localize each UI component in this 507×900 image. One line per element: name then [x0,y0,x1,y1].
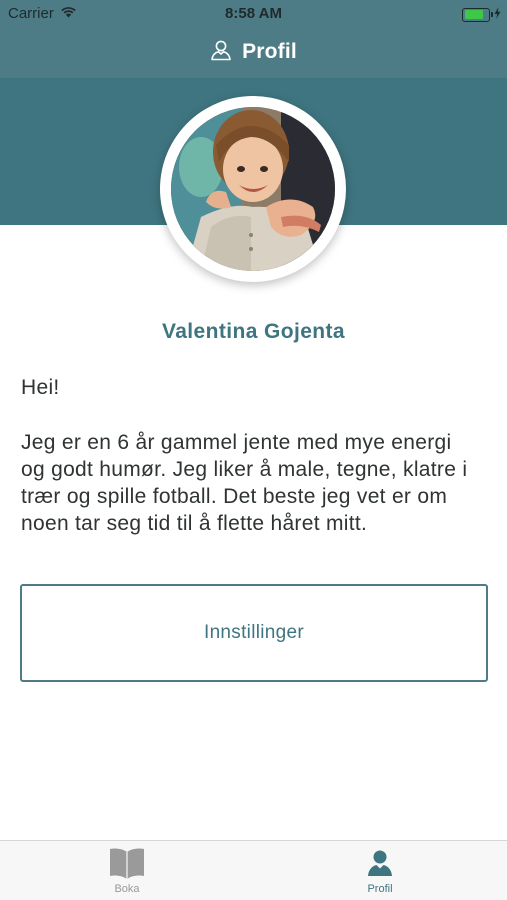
avatar [171,107,335,271]
tab-label: Boka [114,883,140,895]
status-right-group [462,6,501,23]
user-outline-icon [210,39,232,66]
profile-bio: Jeg er en 6 år gammel jente med mye ener… [21,429,491,537]
tab-boka[interactable]: Boka [47,841,207,900]
tab-profil[interactable]: Profil [300,841,460,900]
tab-label: Profil [367,883,393,895]
bio-line: trær og spille fotball. Det beste jeg ve… [21,485,448,508]
charging-bolt-icon [494,6,501,23]
battery-level-fill [464,10,483,19]
nav-title-group: Profil [0,34,507,70]
bio-line: noen tar seg tid til å flette håret mitt… [21,512,368,535]
profile-greeting: Hei! [21,376,60,399]
status-bar: Carrier 8:58 AM [0,0,507,28]
bio-line: Jeg er en 6 år gammel jente med mye ener… [21,431,452,454]
battery-icon [462,7,493,22]
book-icon [108,846,146,880]
navigation-bar: Carrier 8:58 AM Profil [0,0,507,78]
page-title: Profil [242,40,297,63]
bio-line: og godt humør. Jeg liker å male, tegne, … [21,458,468,481]
user-icon [367,846,393,880]
settings-button[interactable]: Innstillinger [20,584,488,682]
profile-name: Valentina Gojenta [161,320,345,343]
status-time: 8:58 AM [225,5,282,22]
avatar-frame [160,96,346,282]
tab-bar: Boka Profil [0,840,507,900]
